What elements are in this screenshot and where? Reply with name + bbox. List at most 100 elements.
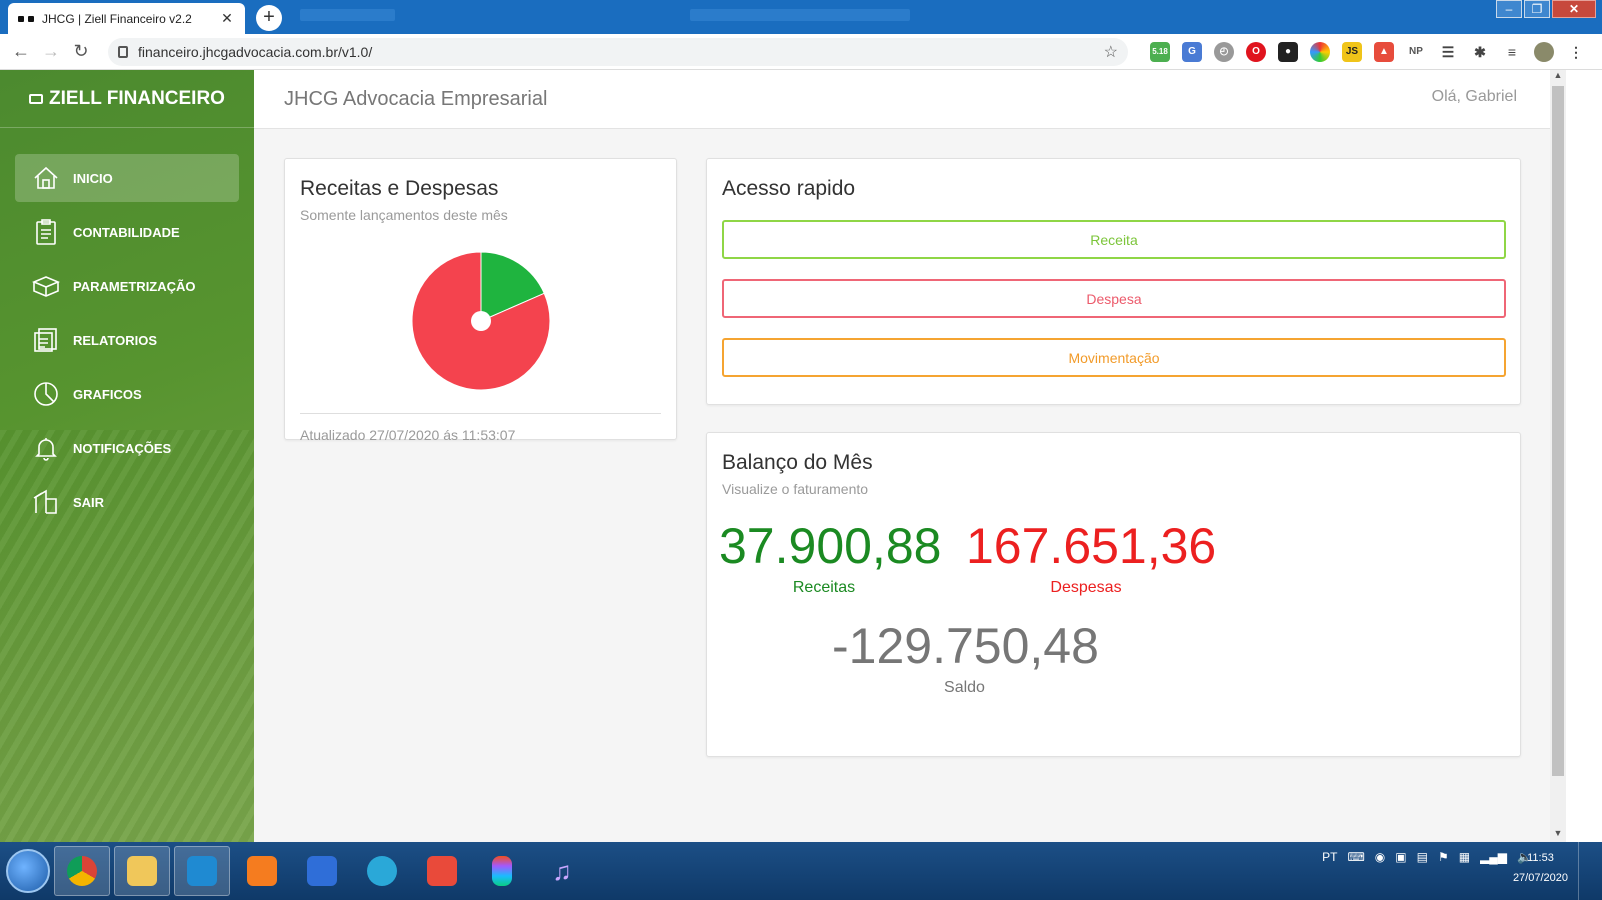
- background-tab[interactable]: [300, 9, 395, 21]
- xampp-tray-icon[interactable]: ▣: [1395, 850, 1406, 864]
- vscode-taskbar-icon[interactable]: [174, 846, 230, 896]
- show-desktop-button[interactable]: [1578, 842, 1602, 900]
- pie-chart-icon: [31, 379, 61, 409]
- user-extension-icon[interactable]: ▲: [1374, 42, 1394, 62]
- sidebar-item-label: PARAMETRIZAÇÃO: [73, 278, 196, 294]
- lock-icon[interactable]: [118, 46, 128, 58]
- sidebar-item-inicio[interactable]: INICIO: [15, 154, 239, 202]
- windows-taskbar: ♫ PT ⌨ ◉ ▣ ▤ ⚑ ▦ ▂▄▆ 🔈 11:53 27/07/2020: [0, 842, 1602, 900]
- media-control-icon[interactable]: ≡: [1502, 42, 1522, 62]
- saldo-label: Saldo: [944, 679, 985, 696]
- xampp-taskbar-icon[interactable]: [234, 846, 290, 896]
- card-subtitle: Somente lançamentos deste mês: [300, 207, 508, 223]
- js-extension-icon[interactable]: JS: [1342, 42, 1362, 62]
- network-tray-icon[interactable]: ▦: [1459, 850, 1470, 864]
- speedometer-extension-icon[interactable]: ◴: [1214, 42, 1234, 62]
- np-extension-icon[interactable]: NP: [1406, 42, 1426, 62]
- brand-name: ZIELL FINANCEIRO: [49, 87, 225, 109]
- minimize-button[interactable]: –: [1496, 0, 1522, 18]
- explorer-taskbar-icon[interactable]: [114, 846, 170, 896]
- git-taskbar-icon[interactable]: [414, 846, 470, 896]
- sidebar-item-relatorios[interactable]: RELATORIOS: [15, 316, 239, 364]
- balanco-card: Balanço do Mês Visualize o faturamento 3…: [706, 432, 1521, 757]
- signal-icon[interactable]: ▂▄▆: [1480, 850, 1507, 864]
- bookmark-star-icon[interactable]: ☆: [1104, 42, 1118, 62]
- language-indicator[interactable]: PT: [1322, 850, 1337, 864]
- despesas-total: 167.651,36 Despesas: [966, 517, 1216, 597]
- despesa-button[interactable]: Despesa: [722, 279, 1506, 318]
- close-window-button[interactable]: ✕: [1552, 0, 1596, 18]
- wps-taskbar-icon[interactable]: [294, 846, 350, 896]
- glasses-extension-icon[interactable]: ●: [1278, 42, 1298, 62]
- translate-extension-icon[interactable]: G: [1182, 42, 1202, 62]
- background-tab[interactable]: [690, 9, 910, 21]
- clock-date: 27/07/2020: [1512, 872, 1568, 884]
- company-name: JHCG Advocacia Empresarial: [284, 88, 548, 110]
- new-tab-button[interactable]: +: [256, 5, 282, 31]
- sidebar-item-label: INICIO: [73, 170, 113, 186]
- extension-badge-icon[interactable]: 5.18: [1150, 42, 1170, 62]
- color-picker-extension-icon[interactable]: [1310, 42, 1330, 62]
- more-menu-icon[interactable]: ⋮: [1566, 42, 1586, 62]
- window-controls: – ❐ ✕: [1494, 0, 1596, 18]
- bell-icon: [31, 433, 61, 463]
- pie-chart: [300, 239, 661, 399]
- opera-extension-icon[interactable]: O: [1246, 42, 1266, 62]
- start-button[interactable]: [6, 849, 50, 893]
- back-icon[interactable]: ←: [6, 41, 36, 62]
- card-title: Acesso rapido: [722, 177, 856, 200]
- receitas-despesas-card: Receitas e Despesas Somente lançamentos …: [284, 158, 677, 443]
- updated-timestamp: Atualizado 27/07/2020 ás 11:53:07: [300, 427, 516, 443]
- exit-icon: [31, 487, 61, 517]
- chrome-taskbar-icon[interactable]: [54, 846, 110, 896]
- edge-taskbar-icon[interactable]: [354, 846, 410, 896]
- brand-logo[interactable]: ZIELL FINANCEIRO: [0, 70, 254, 128]
- main-content: JHCG Advocacia Empresarial Olá, Gabriel …: [254, 70, 1550, 842]
- report-icon: [31, 325, 61, 355]
- acesso-rapido-card: Acesso rapido Receita Despesa Movimentaç…: [706, 158, 1521, 405]
- system-clock[interactable]: 11:53 27/07/2020: [1513, 848, 1568, 888]
- sidebar-item-contabilidade[interactable]: CONTABILIDADE: [15, 208, 239, 256]
- music-taskbar-icon[interactable]: ♫: [534, 846, 590, 896]
- keyboard-icon[interactable]: ⌨: [1347, 850, 1364, 864]
- top-header: JHCG Advocacia Empresarial Olá, Gabriel: [254, 70, 1550, 129]
- profile-avatar[interactable]: [1534, 42, 1554, 62]
- receita-button[interactable]: Receita: [722, 220, 1506, 259]
- forward-icon[interactable]: →: [36, 41, 66, 62]
- divider: [300, 413, 661, 414]
- scroll-up-icon[interactable]: ▲: [1550, 70, 1566, 84]
- reload-icon[interactable]: ↻: [66, 41, 96, 62]
- sidebar-item-label: CONTABILIDADE: [73, 224, 180, 240]
- sidebar-item-parametrizacao[interactable]: PARAMETRIZAÇÃO: [15, 262, 239, 310]
- card-title: Receitas e Despesas: [300, 177, 499, 200]
- vm-tray-icon[interactable]: ▤: [1417, 850, 1428, 864]
- browser-toolbar: ← → ↻ financeiro.jhcgadvocacia.com.br/v1…: [0, 34, 1602, 70]
- clock-time: 11:53: [1527, 852, 1554, 864]
- sidebar-item-graficos[interactable]: GRAFICOS: [15, 370, 239, 418]
- browser-tab[interactable]: JHCG | Ziell Financeiro v2.2 ✕: [8, 3, 245, 34]
- movimentacao-button[interactable]: Movimentação: [722, 338, 1506, 377]
- box-icon: [31, 271, 61, 301]
- sidebar-item-label: NOTIFICAÇÕES: [73, 440, 172, 456]
- page-scrollbar[interactable]: ▲ ▼: [1550, 70, 1566, 842]
- sidebar-item-sair[interactable]: SAIR: [15, 478, 239, 526]
- clipboard-icon: [31, 217, 61, 247]
- home-icon: [31, 163, 61, 193]
- tab-close-icon[interactable]: ✕: [219, 10, 235, 27]
- receitas-label: Receitas: [792, 579, 856, 596]
- reader-extension-icon[interactable]: ☰: [1438, 42, 1458, 62]
- puzzle-extensions-icon[interactable]: ✱: [1470, 42, 1490, 62]
- discord-tray-icon[interactable]: ◉: [1375, 850, 1385, 864]
- sidebar-item-notificacoes[interactable]: NOTIFICAÇÕES: [15, 424, 239, 472]
- scrollbar-thumb[interactable]: [1552, 86, 1564, 776]
- flag-tray-icon[interactable]: ⚑: [1438, 850, 1449, 864]
- url-text[interactable]: financeiro.jhcgadvocacia.com.br/v1.0/: [138, 44, 1104, 60]
- receitas-value: 37.900,88: [719, 518, 942, 574]
- figma-taskbar-icon[interactable]: [474, 846, 530, 896]
- scroll-down-icon[interactable]: ▼: [1550, 828, 1566, 842]
- sidebar: ZIELL FINANCEIRO INICIO CONTABILIDADE PA…: [0, 70, 254, 862]
- receitas-total: 37.900,88 Receitas: [719, 517, 942, 597]
- user-greeting[interactable]: Olá, Gabriel: [1432, 88, 1517, 106]
- maximize-button[interactable]: ❐: [1524, 0, 1550, 18]
- address-bar[interactable]: financeiro.jhcgadvocacia.com.br/v1.0/ ☆: [108, 38, 1128, 66]
